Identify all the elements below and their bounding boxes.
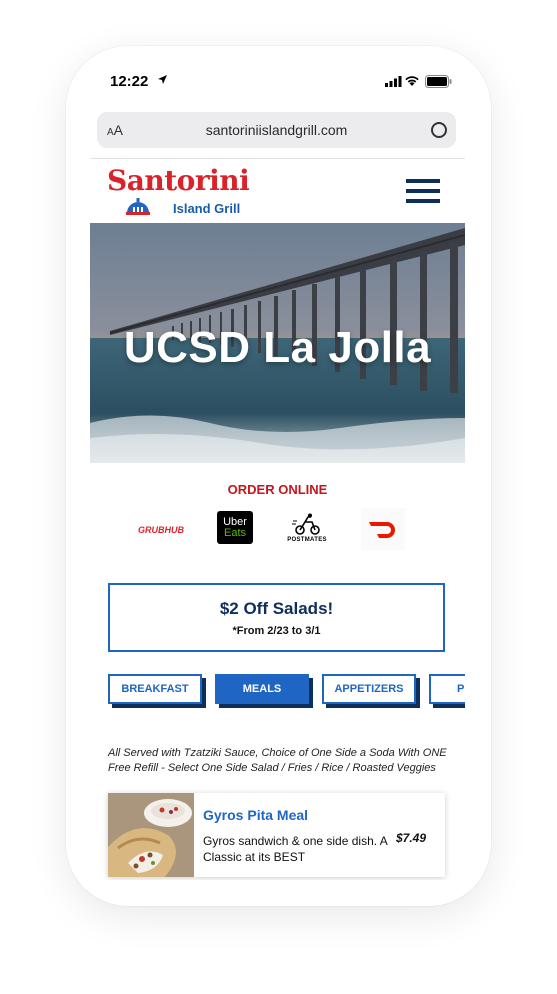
- menu-item-description: Gyros sandwich & one side dish. A Classi…: [203, 834, 388, 864]
- postmates-rider-icon: [292, 513, 320, 535]
- menu-hamburger-icon[interactable]: [406, 179, 440, 205]
- dome-icon: [126, 198, 150, 215]
- order-online-title: ORDER ONLINE: [227, 482, 328, 497]
- url-text[interactable]: santoriniislandgrill.com: [97, 122, 456, 138]
- menu-category-tabs: BREAKFAST MEALS APPETIZERS PI: [90, 674, 465, 714]
- status-bar: 12:22: [90, 62, 465, 102]
- tab-pi[interactable]: PI: [429, 674, 465, 704]
- battery-icon: [425, 75, 452, 88]
- menu-item-card[interactable]: Gyros Pita Meal Gyros sandwich & one sid…: [108, 793, 445, 877]
- logo-subtitle: Island Grill: [173, 201, 241, 216]
- uber-eats-logo[interactable]: Uber Eats: [217, 511, 253, 544]
- postmates-logo[interactable]: POSTMATES: [283, 508, 331, 548]
- menu-section-description: All Served with Tzatziki Sauce, Choice o…: [108, 747, 447, 774]
- site-logo[interactable]: Santorini Island Grill: [107, 164, 250, 217]
- logo-title: Santorini: [107, 164, 250, 197]
- site-header: Santorini Island Grill: [90, 158, 465, 223]
- menu-item-name: Gyros Pita Meal: [203, 807, 309, 823]
- reload-icon[interactable]: [431, 122, 447, 138]
- address-bar[interactable]: AA santoriniislandgrill.com: [97, 112, 456, 148]
- promo-subtitle: *From 2/23 to 3/1: [232, 625, 321, 637]
- phone-screen: 12:22 AA santoriniislandgrill.com Santor…: [90, 62, 465, 880]
- tab-meals[interactable]: MEALS: [215, 674, 309, 704]
- postmates-wordmark: POSTMATES: [287, 537, 327, 543]
- uber-eats-line2: Eats: [223, 526, 246, 539]
- cellular-signal-icon: [385, 76, 402, 87]
- web-content: Santorini Island Grill UCSD La Jolla ORD…: [90, 158, 465, 880]
- order-online-logos: GRUBHUB Uber Eats POSTMATES: [90, 508, 465, 552]
- promo-title: $2 Off Salads!: [219, 599, 334, 618]
- location-arrow-icon: [158, 75, 167, 84]
- doordash-logo[interactable]: [361, 508, 405, 550]
- gyros-pita-image: [108, 793, 194, 877]
- status-time: 12:22: [110, 73, 149, 90]
- menu-item-price: $7.49: [396, 831, 427, 845]
- tab-breakfast[interactable]: BREAKFAST: [108, 674, 202, 704]
- uber-eats-line1: Uber: [223, 515, 247, 528]
- tab-appetizers[interactable]: APPETIZERS: [322, 674, 416, 704]
- hero-banner: UCSD La Jolla: [90, 223, 465, 463]
- wifi-icon: [405, 76, 419, 86]
- grubhub-logo[interactable]: GRUBHUB: [138, 520, 184, 540]
- doordash-icon: [369, 522, 395, 538]
- hero-title: UCSD La Jolla: [123, 323, 432, 372]
- promo-banner[interactable]: $2 Off Salads! *From 2/23 to 3/1: [108, 583, 445, 652]
